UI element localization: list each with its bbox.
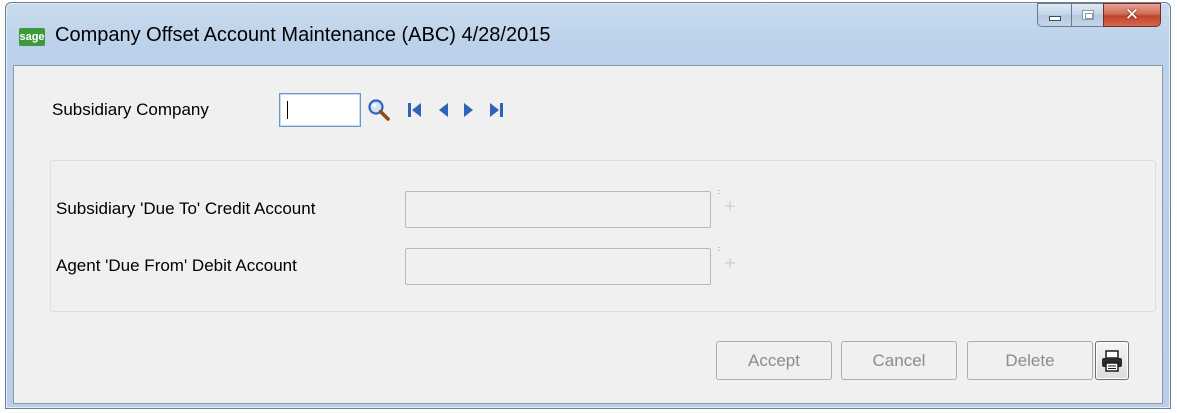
caption-buttons: ✕ [1037,3,1161,27]
lookup-icon [717,188,739,218]
accept-button[interactable]: Accept [716,341,832,380]
next-record-icon[interactable] [458,96,480,124]
cancel-button-label: Cancel [872,350,926,370]
close-icon: ✕ [1124,5,1140,25]
cancel-button[interactable]: Cancel [841,341,957,380]
form-area: Subsidiary Company Subsidiary 'Due To' C… [13,65,1163,404]
window-title: Company Offset Account Maintenance (ABC)… [55,24,551,46]
delete-button-label: Delete [1005,350,1055,370]
last-record-icon[interactable] [484,96,508,124]
sage-logo-icon: sage [19,28,45,46]
close-button[interactable]: ✕ [1103,3,1161,27]
first-record-icon[interactable] [404,96,426,124]
delete-button[interactable]: Delete [967,341,1093,380]
debit-account-input [405,248,711,285]
subsidiary-company-input[interactable] [279,93,361,127]
minimize-button[interactable] [1037,3,1071,27]
printer-icon [1102,349,1122,372]
text-caret [287,101,288,119]
minimize-icon [1048,15,1061,21]
debit-account-label: Agent 'Due From' Debit Account [56,256,297,275]
lookup-icon [717,245,739,275]
maximize-button[interactable] [1071,3,1103,27]
subsidiary-company-label: Subsidiary Company [52,100,209,119]
accept-button-label: Accept [748,350,800,370]
title-bar[interactable]: sage Company Offset Account Maintenance … [6,3,1170,65]
credit-account-input [405,191,711,228]
app-window: sage Company Offset Account Maintenance … [5,2,1171,409]
maximize-icon [1081,10,1094,20]
print-button[interactable] [1095,341,1129,380]
search-icon[interactable] [366,96,392,124]
previous-record-icon[interactable] [432,96,454,124]
account-group-box [50,160,1156,312]
credit-account-label: Subsidiary 'Due To' Credit Account [56,199,316,218]
